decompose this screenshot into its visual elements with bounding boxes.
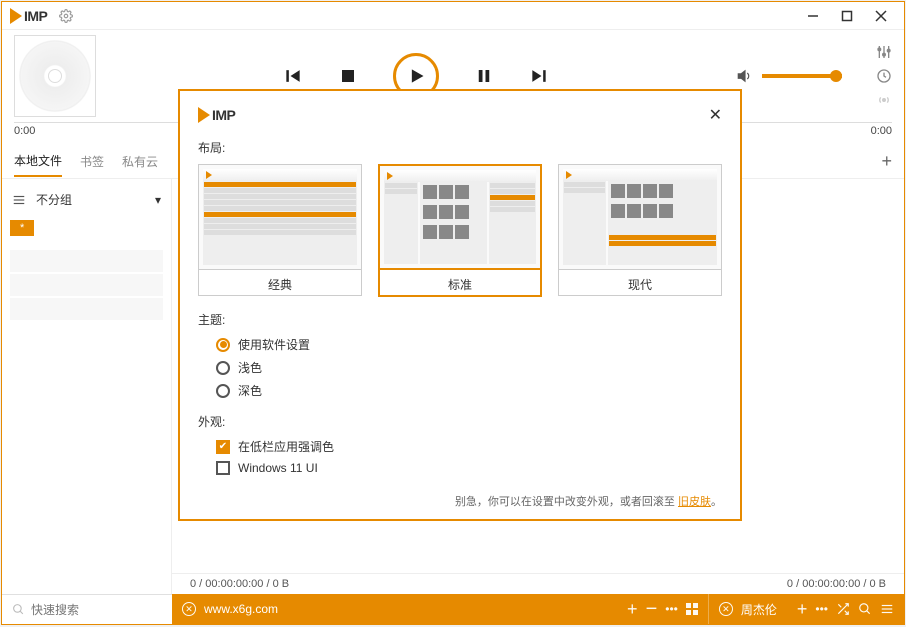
checkbox-icon: ✔ [216,440,230,454]
broadcast-icon[interactable] [876,92,892,108]
grid-icon[interactable] [686,603,698,615]
prev-button[interactable] [283,66,303,86]
radio-icon [216,361,230,375]
stop-button[interactable] [339,67,357,85]
dialog-title: IMP [212,107,235,123]
album-art[interactable] [14,35,96,117]
time-current: 0:00 [14,125,35,137]
add-icon[interactable]: + [797,599,808,620]
minimize-button[interactable] [798,5,828,27]
list-icon [12,193,26,207]
logo-icon [198,107,210,123]
logo-icon [10,8,22,24]
playlist-tab-1[interactable]: ✕ www.x6g.com [172,594,617,624]
theme-label-0: 使用软件设置 [238,336,310,353]
layout-option-standard[interactable]: 标准 [378,164,542,297]
grouping-label: 不分组 [36,191,72,208]
close-tab-icon[interactable]: ✕ [719,602,733,616]
dialog-logo: IMP [198,107,235,123]
menu-icon[interactable] [880,602,894,616]
checkbox-icon [216,461,230,475]
layout-label-modern: 现代 [558,270,722,296]
theme-option-light[interactable]: 浅色 [216,359,722,376]
app-name: IMP [24,8,47,24]
layout-label-classic: 经典 [198,270,362,296]
layout-option-modern[interactable]: 现代 [558,164,722,297]
dialog-header: IMP ✕ [198,105,722,125]
search-icon [12,603,25,616]
volume-slider[interactable] [762,74,842,78]
dialog-close-button[interactable]: ✕ [709,105,722,125]
titlebar: IMP [2,2,904,30]
close-tab-icon[interactable]: ✕ [182,602,196,616]
theme-option-software[interactable]: 使用软件设置 [216,336,722,353]
layout-option-classic[interactable]: 经典 [198,164,362,297]
tab-local-files[interactable]: 本地文件 [14,152,62,177]
theme-label-1: 浅色 [238,359,262,376]
list-item[interactable] [10,274,163,296]
settings-gear-icon[interactable] [59,9,73,23]
app-logo: IMP [10,8,47,24]
equalizer-icon[interactable] [876,44,892,60]
footer-text-suffix: 。 [711,496,722,508]
theme-label-2: 深色 [238,382,262,399]
radio-icon [216,338,230,352]
chevron-down-icon: ▾ [155,193,161,207]
playlist-tab-1-label: www.x6g.com [204,602,278,616]
playlist-tools-2: + ••• [787,594,904,624]
appearance-label-1: Windows 11 UI [238,461,318,475]
next-button[interactable] [529,66,549,86]
close-button[interactable] [866,5,896,27]
list-item[interactable] [10,250,163,272]
volume-icon[interactable] [736,67,754,85]
playlist-tools-1: + − ••• [617,594,708,624]
dialog-footer: 别急，你可以在设置中改变外观，或者回滚至 旧皮肤。 [198,493,722,509]
playlist-tab-2[interactable]: ✕ 周杰伦 [709,594,787,624]
footer-link-old-skin[interactable]: 旧皮肤 [678,496,711,508]
footer-text-prefix: 别急，你可以在设置中改变外观，或者回滚至 [455,496,678,508]
search-icon[interactable] [858,602,872,616]
appearance-option-win11[interactable]: Windows 11 UI [216,461,722,475]
filter-chip[interactable]: * [10,220,34,236]
add-icon[interactable]: + [627,599,638,620]
remove-icon[interactable]: − [646,598,658,621]
bottom-bar: ✕ www.x6g.com + − ••• ✕ 周杰伦 + ••• [2,594,904,624]
maximize-button[interactable] [832,5,862,27]
stats-left: 0 / 00:00:00:00 / 0 B [190,578,289,590]
more-icon[interactable]: ••• [665,602,678,616]
grouping-selector[interactable]: 不分组 ▾ [10,187,163,212]
appearance-dialog: IMP ✕ 布局: 经典 标准 现代 主题: 使用软件设置 浅色 深色 外观: … [178,89,742,521]
clock-icon[interactable] [876,68,892,84]
window-controls [798,5,896,27]
pause-button[interactable] [475,67,493,85]
shuffle-icon[interactable] [836,602,850,616]
footer-stats: 0 / 00:00:00:00 / 0 B 0 / 00:00:00:00 / … [172,573,904,594]
tab-bookmarks[interactable]: 书签 [80,153,104,176]
search-input[interactable] [31,603,186,617]
theme-option-dark[interactable]: 深色 [216,382,722,399]
quick-search[interactable] [2,594,172,624]
appearance-section-label: 外观: [198,413,722,430]
tab-private-cloud[interactable]: 私有云 [122,153,158,176]
layout-label-standard: 标准 [378,270,542,297]
list-item[interactable] [10,298,163,320]
playlist-tab-2-label: 周杰伦 [741,601,777,618]
appearance-option-accent[interactable]: ✔ 在低栏应用强调色 [216,438,722,455]
stats-right: 0 / 00:00:00:00 / 0 B [787,578,886,590]
layout-section-label: 布局: [198,139,722,156]
layout-options: 经典 标准 现代 [198,164,722,297]
theme-section-label: 主题: [198,311,722,328]
left-panel: 不分组 ▾ * [2,179,172,594]
more-icon[interactable]: ••• [815,602,828,616]
add-tab-button[interactable]: + [881,151,892,178]
appearance-label-0: 在低栏应用强调色 [238,438,334,455]
radio-icon [216,384,230,398]
side-tools [876,44,892,108]
time-total: 0:00 [871,125,892,137]
volume-control[interactable] [736,67,842,85]
